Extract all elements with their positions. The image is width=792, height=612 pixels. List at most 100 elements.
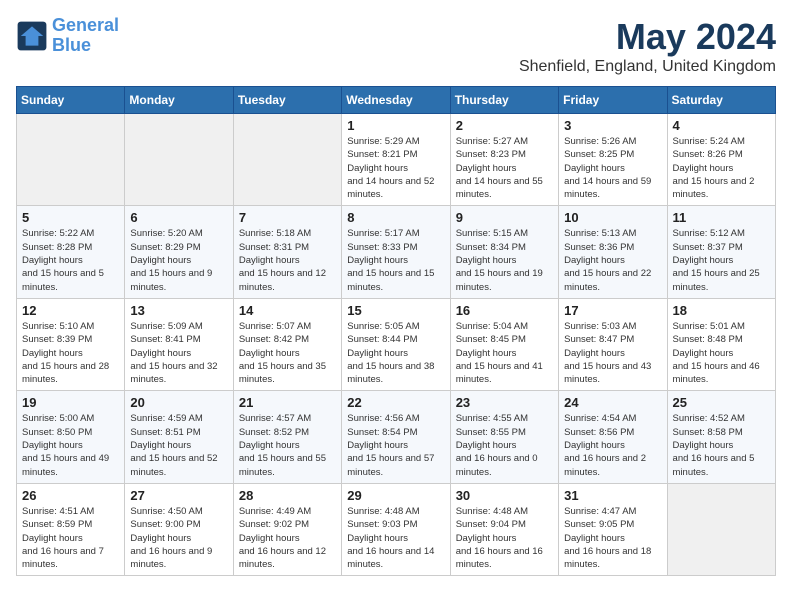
day-info: Sunrise: 5:10 AMSunset: 8:39 PMDaylight … xyxy=(22,320,119,386)
day-info: Sunrise: 4:48 AMSunset: 9:03 PMDaylight … xyxy=(347,505,444,571)
day-number: 20 xyxy=(130,395,227,410)
calendar-cell: 27 Sunrise: 4:50 AMSunset: 9:00 PMDaylig… xyxy=(125,483,233,575)
day-info: Sunrise: 5:20 AMSunset: 8:29 PMDaylight … xyxy=(130,227,227,293)
logo-text: General Blue xyxy=(52,16,119,56)
day-info: Sunrise: 5:05 AMSunset: 8:44 PMDaylight … xyxy=(347,320,444,386)
day-info: Sunrise: 4:54 AMSunset: 8:56 PMDaylight … xyxy=(564,412,661,478)
calendar-cell: 17 Sunrise: 5:03 AMSunset: 8:47 PMDaylig… xyxy=(559,298,667,390)
calendar-cell: 19 Sunrise: 5:00 AMSunset: 8:50 PMDaylig… xyxy=(17,391,125,483)
calendar-cell: 25 Sunrise: 4:52 AMSunset: 8:58 PMDaylig… xyxy=(667,391,775,483)
calendar-cell: 16 Sunrise: 5:04 AMSunset: 8:45 PMDaylig… xyxy=(450,298,558,390)
calendar-body: 1 Sunrise: 5:29 AMSunset: 8:21 PMDayligh… xyxy=(17,114,776,576)
day-header-sunday: Sunday xyxy=(17,87,125,114)
day-info: Sunrise: 5:29 AMSunset: 8:21 PMDaylight … xyxy=(347,135,444,201)
day-info: Sunrise: 4:57 AMSunset: 8:52 PMDaylight … xyxy=(239,412,336,478)
day-header-thursday: Thursday xyxy=(450,87,558,114)
day-number: 27 xyxy=(130,488,227,503)
calendar-cell: 5 Sunrise: 5:22 AMSunset: 8:28 PMDayligh… xyxy=(17,206,125,298)
day-number: 1 xyxy=(347,118,444,133)
day-info: Sunrise: 5:18 AMSunset: 8:31 PMDaylight … xyxy=(239,227,336,293)
calendar-cell xyxy=(17,114,125,206)
day-number: 31 xyxy=(564,488,661,503)
day-number: 30 xyxy=(456,488,553,503)
calendar-cell: 3 Sunrise: 5:26 AMSunset: 8:25 PMDayligh… xyxy=(559,114,667,206)
day-number: 15 xyxy=(347,303,444,318)
day-number: 21 xyxy=(239,395,336,410)
calendar-cell: 1 Sunrise: 5:29 AMSunset: 8:21 PMDayligh… xyxy=(342,114,450,206)
page-header: General Blue May 2024 Shenfield, England… xyxy=(16,16,776,76)
day-info: Sunrise: 5:17 AMSunset: 8:33 PMDaylight … xyxy=(347,227,444,293)
calendar-week-1: 1 Sunrise: 5:29 AMSunset: 8:21 PMDayligh… xyxy=(17,114,776,206)
calendar-week-4: 19 Sunrise: 5:00 AMSunset: 8:50 PMDaylig… xyxy=(17,391,776,483)
day-info: Sunrise: 5:22 AMSunset: 8:28 PMDaylight … xyxy=(22,227,119,293)
calendar-cell: 28 Sunrise: 4:49 AMSunset: 9:02 PMDaylig… xyxy=(233,483,341,575)
month-title: May 2024 xyxy=(519,16,776,58)
calendar-cell: 8 Sunrise: 5:17 AMSunset: 8:33 PMDayligh… xyxy=(342,206,450,298)
calendar-cell: 26 Sunrise: 4:51 AMSunset: 8:59 PMDaylig… xyxy=(17,483,125,575)
calendar-cell: 18 Sunrise: 5:01 AMSunset: 8:48 PMDaylig… xyxy=(667,298,775,390)
calendar-cell xyxy=(233,114,341,206)
day-number: 11 xyxy=(673,210,770,225)
day-info: Sunrise: 5:26 AMSunset: 8:25 PMDaylight … xyxy=(564,135,661,201)
day-info: Sunrise: 5:04 AMSunset: 8:45 PMDaylight … xyxy=(456,320,553,386)
day-header-saturday: Saturday xyxy=(667,87,775,114)
day-info: Sunrise: 4:55 AMSunset: 8:55 PMDaylight … xyxy=(456,412,553,478)
calendar-cell: 12 Sunrise: 5:10 AMSunset: 8:39 PMDaylig… xyxy=(17,298,125,390)
calendar-cell: 9 Sunrise: 5:15 AMSunset: 8:34 PMDayligh… xyxy=(450,206,558,298)
calendar-cell: 10 Sunrise: 5:13 AMSunset: 8:36 PMDaylig… xyxy=(559,206,667,298)
day-number: 9 xyxy=(456,210,553,225)
day-header-tuesday: Tuesday xyxy=(233,87,341,114)
day-number: 4 xyxy=(673,118,770,133)
day-info: Sunrise: 5:27 AMSunset: 8:23 PMDaylight … xyxy=(456,135,553,201)
day-number: 3 xyxy=(564,118,661,133)
day-info: Sunrise: 4:50 AMSunset: 9:00 PMDaylight … xyxy=(130,505,227,571)
day-info: Sunrise: 5:13 AMSunset: 8:36 PMDaylight … xyxy=(564,227,661,293)
logo: General Blue xyxy=(16,16,119,56)
day-info: Sunrise: 5:15 AMSunset: 8:34 PMDaylight … xyxy=(456,227,553,293)
calendar-cell: 4 Sunrise: 5:24 AMSunset: 8:26 PMDayligh… xyxy=(667,114,775,206)
calendar-cell: 22 Sunrise: 4:56 AMSunset: 8:54 PMDaylig… xyxy=(342,391,450,483)
day-number: 23 xyxy=(456,395,553,410)
day-number: 17 xyxy=(564,303,661,318)
calendar-cell: 20 Sunrise: 4:59 AMSunset: 8:51 PMDaylig… xyxy=(125,391,233,483)
calendar-cell xyxy=(125,114,233,206)
day-number: 16 xyxy=(456,303,553,318)
calendar-cell: 13 Sunrise: 5:09 AMSunset: 8:41 PMDaylig… xyxy=(125,298,233,390)
day-info: Sunrise: 5:00 AMSunset: 8:50 PMDaylight … xyxy=(22,412,119,478)
logo-icon xyxy=(16,20,48,52)
day-info: Sunrise: 5:09 AMSunset: 8:41 PMDaylight … xyxy=(130,320,227,386)
location: Shenfield, England, United Kingdom xyxy=(519,58,776,76)
day-number: 2 xyxy=(456,118,553,133)
day-info: Sunrise: 5:07 AMSunset: 8:42 PMDaylight … xyxy=(239,320,336,386)
day-header-monday: Monday xyxy=(125,87,233,114)
day-number: 12 xyxy=(22,303,119,318)
day-info: Sunrise: 5:12 AMSunset: 8:37 PMDaylight … xyxy=(673,227,770,293)
day-info: Sunrise: 4:51 AMSunset: 8:59 PMDaylight … xyxy=(22,505,119,571)
day-number: 22 xyxy=(347,395,444,410)
calendar-cell: 21 Sunrise: 4:57 AMSunset: 8:52 PMDaylig… xyxy=(233,391,341,483)
day-number: 7 xyxy=(239,210,336,225)
day-number: 26 xyxy=(22,488,119,503)
day-info: Sunrise: 4:59 AMSunset: 8:51 PMDaylight … xyxy=(130,412,227,478)
day-info: Sunrise: 4:52 AMSunset: 8:58 PMDaylight … xyxy=(673,412,770,478)
day-info: Sunrise: 4:48 AMSunset: 9:04 PMDaylight … xyxy=(456,505,553,571)
title-block: May 2024 Shenfield, England, United King… xyxy=(519,16,776,76)
day-number: 8 xyxy=(347,210,444,225)
day-number: 29 xyxy=(347,488,444,503)
day-info: Sunrise: 4:56 AMSunset: 8:54 PMDaylight … xyxy=(347,412,444,478)
calendar-cell: 15 Sunrise: 5:05 AMSunset: 8:44 PMDaylig… xyxy=(342,298,450,390)
calendar-cell: 7 Sunrise: 5:18 AMSunset: 8:31 PMDayligh… xyxy=(233,206,341,298)
calendar-cell: 24 Sunrise: 4:54 AMSunset: 8:56 PMDaylig… xyxy=(559,391,667,483)
day-info: Sunrise: 4:49 AMSunset: 9:02 PMDaylight … xyxy=(239,505,336,571)
day-header-wednesday: Wednesday xyxy=(342,87,450,114)
day-number: 28 xyxy=(239,488,336,503)
day-info: Sunrise: 4:47 AMSunset: 9:05 PMDaylight … xyxy=(564,505,661,571)
day-number: 10 xyxy=(564,210,661,225)
day-info: Sunrise: 5:01 AMSunset: 8:48 PMDaylight … xyxy=(673,320,770,386)
calendar-cell: 2 Sunrise: 5:27 AMSunset: 8:23 PMDayligh… xyxy=(450,114,558,206)
day-number: 14 xyxy=(239,303,336,318)
day-info: Sunrise: 5:03 AMSunset: 8:47 PMDaylight … xyxy=(564,320,661,386)
calendar-cell: 31 Sunrise: 4:47 AMSunset: 9:05 PMDaylig… xyxy=(559,483,667,575)
calendar-week-2: 5 Sunrise: 5:22 AMSunset: 8:28 PMDayligh… xyxy=(17,206,776,298)
day-number: 6 xyxy=(130,210,227,225)
